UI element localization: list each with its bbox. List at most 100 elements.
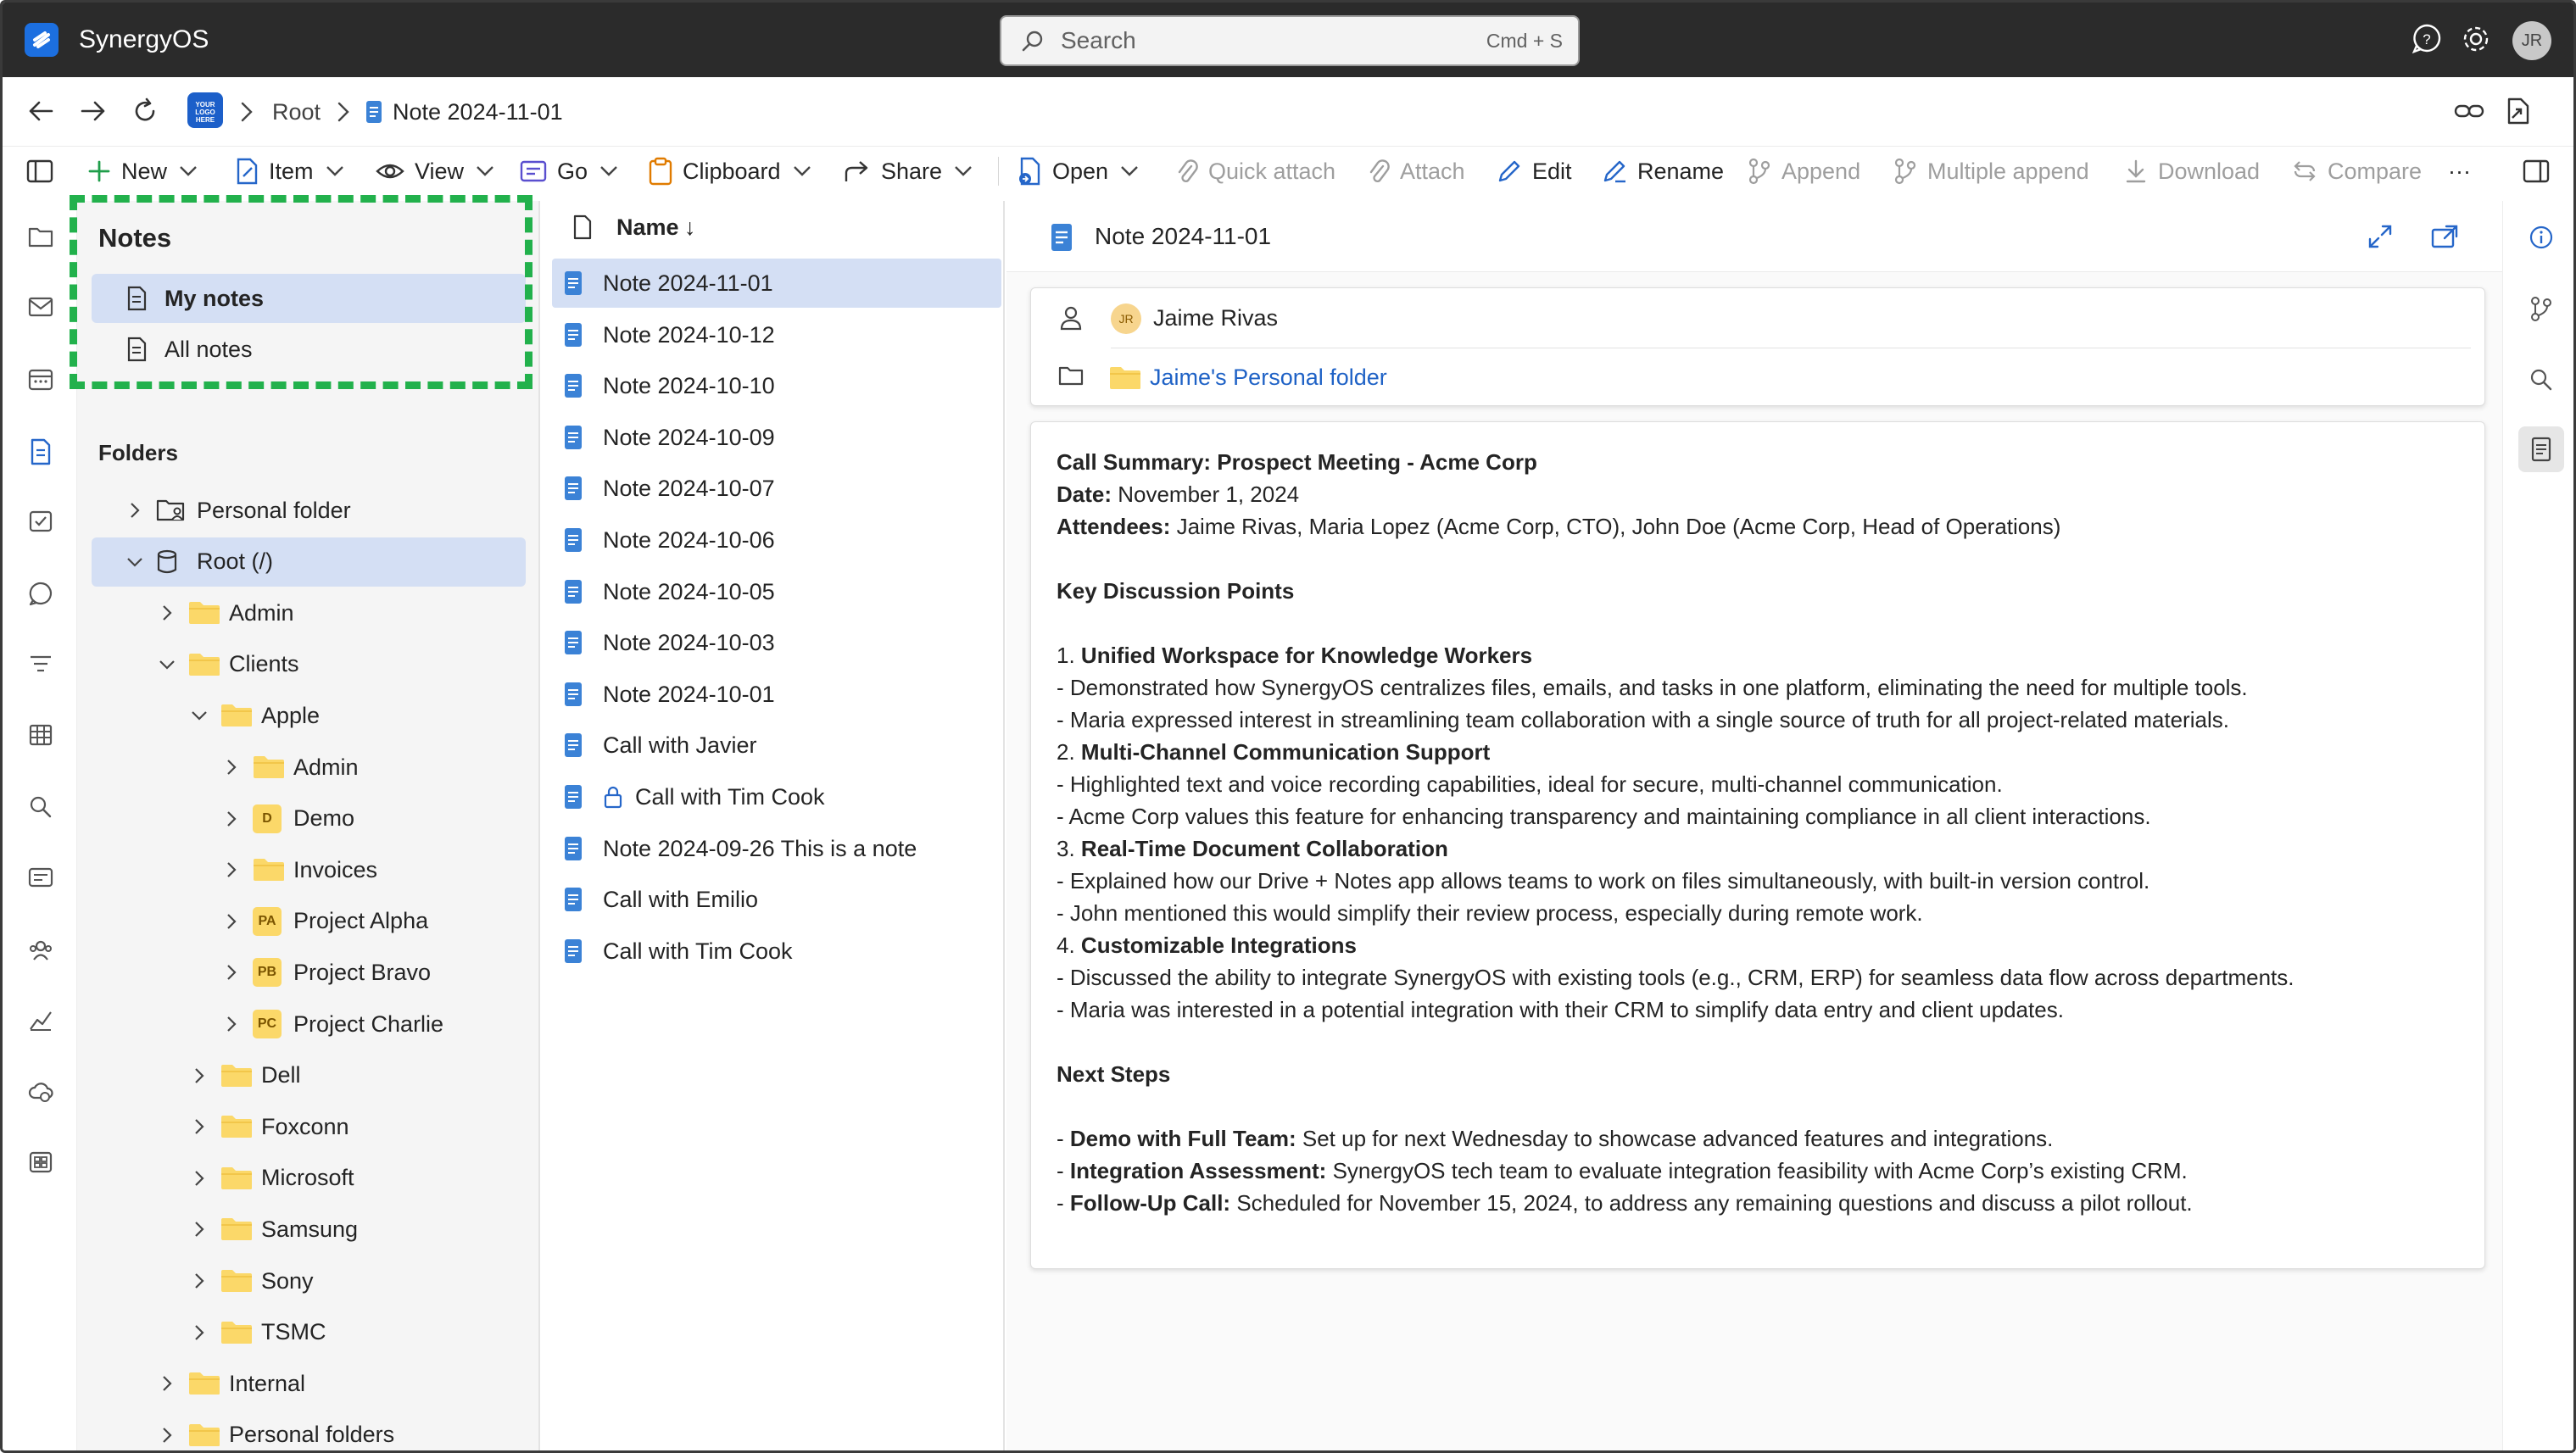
chat-icon[interactable] [28, 581, 53, 606]
tree-item[interactable]: Foxconn [92, 1102, 526, 1151]
toolbar-new-button[interactable]: New [87, 147, 198, 196]
tree-item[interactable]: Apple [92, 691, 526, 740]
note-content[interactable]: Call Summary: Prospect Meeting - Acme Co… [1057, 446, 2464, 1219]
files-folder-icon[interactable] [28, 225, 53, 250]
share-doc-icon[interactable] [2502, 96, 2533, 126]
search-icon[interactable] [2529, 367, 2554, 392]
chevron-right-icon[interactable] [158, 1426, 176, 1445]
calendar-icon[interactable] [28, 367, 53, 392]
chevron-right-icon[interactable] [190, 1169, 209, 1188]
chevron-right-icon[interactable] [222, 1015, 241, 1033]
toolbar-compare-button[interactable]: Compare [2292, 147, 2422, 196]
tree-item[interactable]: Sony [92, 1256, 526, 1305]
name-column-header[interactable]: Name ↓ [542, 201, 1003, 253]
info-icon[interactable] [2529, 225, 2554, 250]
location-link[interactable]: Jaime's Personal folder [1150, 348, 1387, 407]
chevron-down-icon[interactable] [158, 655, 176, 674]
file-row[interactable]: Note 2024-10-07 [552, 464, 1001, 513]
back-arrow-icon[interactable] [26, 96, 57, 126]
breadcrumb-current[interactable]: Note 2024-11-01 [393, 77, 563, 147]
help-icon[interactable]: ? [2409, 21, 2445, 57]
open-in-new-icon[interactable] [2431, 223, 2460, 250]
file-row[interactable]: Note 2024-10-03 [552, 618, 1001, 667]
chevron-right-icon[interactable] [222, 860, 241, 879]
notes-icon[interactable] [28, 438, 53, 465]
chevron-down-icon[interactable] [125, 553, 144, 571]
tree-item[interactable]: Personal folders [92, 1411, 526, 1450]
tree-item[interactable]: Invoices [92, 845, 526, 894]
tree-item[interactable]: Admin [92, 743, 526, 792]
tasks-icon[interactable] [28, 509, 53, 535]
toggle-sidebar-icon[interactable] [26, 147, 53, 196]
toolbar-clipboard-button[interactable]: Clipboard [649, 147, 811, 196]
file-row[interactable]: Call with Tim Cook [552, 927, 1001, 976]
tree-item[interactable]: Clients [92, 640, 526, 689]
file-row[interactable]: Note 2024-10-12 [552, 310, 1001, 359]
toggle-details-pane-icon[interactable] [2523, 147, 2550, 196]
toolbar-attach-button[interactable]: Attach [1368, 147, 1465, 196]
file-row[interactable]: Note 2024-10-09 [552, 413, 1001, 462]
tree-item[interactable]: D Demo [92, 794, 526, 843]
file-row[interactable]: Note 2024-11-01 [552, 259, 1001, 308]
tree-item[interactable]: PA Project Alpha [92, 897, 526, 946]
file-row[interactable]: Note 2024-10-05 [552, 567, 1001, 616]
toolbar-quick-attach-button[interactable]: Quick attach [1176, 147, 1335, 196]
chevron-right-icon[interactable] [190, 1220, 209, 1239]
analytics-icon[interactable] [28, 1008, 53, 1033]
chevron-right-icon[interactable] [222, 963, 241, 982]
refresh-icon[interactable] [130, 96, 160, 126]
link-icon[interactable] [2453, 96, 2485, 126]
tree-item[interactable]: Root (/) [92, 537, 526, 587]
search-icon[interactable] [28, 794, 53, 820]
file-row[interactable]: Call with Tim Cook [552, 772, 1001, 821]
chevron-right-icon[interactable] [222, 912, 241, 931]
search-box[interactable]: Search Cmd + S [1000, 15, 1580, 66]
tree-item[interactable]: TSMC [92, 1308, 526, 1357]
file-row[interactable]: Call with Javier [552, 721, 1001, 770]
nav-my-notes[interactable]: My notes [92, 274, 526, 323]
org-logo[interactable]: YOUR LOGO HERE [187, 92, 223, 128]
file-row[interactable]: Note 2024-09-26 This is a note [552, 824, 1001, 873]
file-row[interactable]: Note 2024-10-06 [552, 515, 1001, 565]
toolbar-edit-button[interactable]: Edit [1497, 147, 1572, 196]
tree-item[interactable]: Personal folder [92, 486, 526, 535]
chevron-right-icon[interactable] [190, 1323, 209, 1342]
contacts-card-icon[interactable] [28, 866, 53, 891]
tree-item[interactable]: Microsoft [92, 1154, 526, 1203]
tree-item[interactable]: Internal [92, 1359, 526, 1408]
tree-item[interactable]: PC Project Charlie [92, 999, 526, 1049]
tree-item[interactable]: PB Project Bravo [92, 948, 526, 997]
chevron-down-icon[interactable] [190, 706, 209, 725]
filter-icon[interactable] [28, 652, 53, 677]
team-icon[interactable] [28, 937, 53, 962]
toolbar-open-button[interactable]: Open [1017, 147, 1139, 196]
gear-icon[interactable] [2458, 21, 2494, 57]
document-panel-icon[interactable] [2529, 437, 2554, 462]
file-row[interactable]: Note 2024-10-10 [552, 361, 1001, 410]
chevron-right-icon[interactable] [190, 1117, 209, 1136]
nav-all-notes[interactable]: All notes [92, 325, 526, 374]
chevron-right-icon[interactable] [158, 1374, 176, 1393]
toolbar-rename-button[interactable]: Rename [1602, 147, 1724, 196]
toolbar-view-button[interactable]: View [376, 147, 494, 196]
table-icon[interactable] [28, 723, 53, 749]
toolbar-append-button[interactable]: Append [1748, 147, 1860, 196]
chevron-right-icon[interactable] [190, 1066, 209, 1085]
toolbar-share-button[interactable]: Share [844, 147, 973, 196]
apps-grid-icon[interactable] [28, 1150, 53, 1176]
tree-item[interactable]: Dell [92, 1051, 526, 1100]
toolbar-multiple-append-button[interactable]: Multiple append [1893, 147, 2089, 196]
file-row[interactable]: Note 2024-10-01 [552, 670, 1001, 719]
tree-item[interactable]: Samsung [92, 1205, 526, 1254]
toolbar-download-button[interactable]: Download [2124, 147, 2260, 196]
versions-branch-icon[interactable] [2529, 296, 2554, 321]
chevron-right-icon[interactable] [125, 501, 144, 520]
chevron-right-icon[interactable] [158, 604, 176, 622]
cloud-sync-icon[interactable] [28, 1079, 53, 1105]
forward-arrow-icon[interactable] [77, 96, 108, 126]
user-avatar[interactable]: JR [2512, 21, 2551, 60]
mail-icon[interactable] [28, 296, 53, 321]
more-options-button[interactable]: ··· [2448, 147, 2471, 196]
expand-icon[interactable] [2367, 223, 2394, 250]
toolbar-go-button[interactable]: Go [520, 147, 618, 196]
